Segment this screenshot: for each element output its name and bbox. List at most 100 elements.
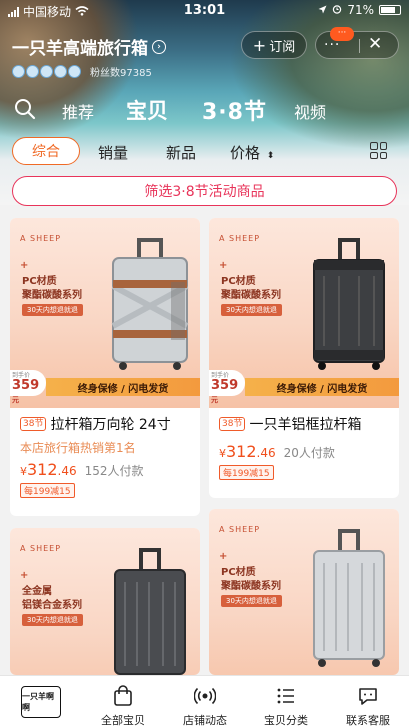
tab-categories[interactable]: 宝贝分类 [245, 676, 327, 728]
status-bar: 中国移动 13:01 71% [0, 0, 409, 22]
shop-logo[interactable]: 一只羊啊啊 [21, 686, 61, 718]
product-image: A SHEEP + PC材质 聚酯碳酸系列 30天内想退就退 到手价 359元 … [209, 218, 399, 408]
broadcast-icon [164, 685, 246, 707]
tab-38-festival[interactable]: 3·8节 [202, 94, 267, 126]
shop-tab-bar: 一只羊啊啊 全部宝贝 店铺动态 宝贝分类 联系客服 [0, 675, 409, 728]
material-text: PC材质 [221, 567, 256, 578]
price-decimal: .46 [57, 464, 77, 478]
brand-text: A SHEEP [219, 525, 261, 534]
product-image: A SHEEP + 全金属 铝镁合金系列 30天内想退就退 [10, 528, 200, 675]
silver-suitcase-image [313, 529, 385, 667]
coupon-badge: 每199减15 [20, 483, 75, 498]
sort-sales[interactable]: 销量 [98, 142, 128, 163]
product-card[interactable]: A SHEEP + PC材质 聚酯碳酸系列 30天内想退就退 到手价 359元 … [209, 218, 399, 498]
divider [359, 39, 360, 53]
refund-label: 30天内想退就退 [221, 304, 282, 316]
product-image: A SHEEP + PC材质 聚酯碳酸系列 30天内想退就退 [209, 509, 399, 675]
warranty-strip: 终身保修 / 闪电发货 [245, 378, 399, 396]
material-text: 全金属 [22, 586, 52, 597]
sort-new[interactable]: 新品 [166, 142, 196, 163]
warranty-strip: 终身保修 / 闪电发货 [46, 378, 200, 396]
coupon-badge: 每199减15 [219, 465, 274, 480]
chevron-right-icon: › [152, 39, 166, 54]
tab-shop-feed-label: 店铺动态 [183, 714, 227, 727]
product-card[interactable]: A SHEEP + PC材质 聚酯碳酸系列 30天内想退就退 [209, 509, 399, 675]
plus-icon: + [252, 35, 267, 55]
deal-price-unit: 元 [12, 396, 19, 404]
sort-price[interactable]: 价格 ⬍ [230, 142, 274, 163]
list-icon [245, 685, 327, 707]
subscribe-label: 订阅 [269, 39, 296, 55]
product-title: 38节 一只羊铝框拉杆箱 [219, 414, 389, 434]
price-integer: 312 [27, 460, 58, 479]
more-button[interactable]: ··· [324, 37, 340, 53]
capsule-menu: ··· ··· ✕ [315, 27, 399, 59]
sold-count: 152人付款 [84, 464, 144, 478]
tab-video[interactable]: 视频 [294, 99, 326, 123]
search-icon[interactable] [14, 98, 36, 120]
shop-nav: 推荐 宝贝 3·8节 视频 [0, 92, 409, 126]
tab-categories-label: 宝贝分类 [264, 714, 308, 727]
festival-filter-banner[interactable]: 筛选3·8节活动商品 [12, 176, 397, 206]
close-button[interactable]: ✕ [368, 34, 382, 54]
sort-comprehensive[interactable]: 综合 [12, 137, 80, 165]
tab-recommend[interactable]: 推荐 [62, 99, 94, 123]
plus-mark: + [20, 570, 29, 581]
price-integer: 312 [226, 442, 257, 461]
shopping-bag-icon [82, 685, 164, 707]
product-title-text: 拉杆箱万向轮 24寸 [50, 417, 171, 433]
product-card[interactable]: A SHEEP + 全金属 铝镁合金系列 30天内想退就退 [10, 528, 200, 675]
product-title-text: 一只羊铝框拉杆箱 [249, 417, 362, 433]
brand-text: A SHEEP [20, 544, 62, 553]
silver-suitcase-image [111, 238, 189, 370]
battery-icon [379, 5, 401, 15]
chat-icon [327, 685, 409, 707]
brand-text: A SHEEP [20, 234, 62, 243]
tab-all-products[interactable]: 全部宝贝 [82, 676, 164, 728]
battery-percent: 71% [347, 3, 374, 17]
subscribe-button[interactable]: + 订阅 [241, 31, 307, 59]
tab-customer-service-label: 联系客服 [346, 714, 390, 727]
grid-view-icon[interactable] [370, 142, 387, 159]
sort-comprehensive-label: 综合 [32, 144, 60, 160]
plus-mark: + [219, 260, 228, 271]
series-text: 聚酯碳酸系列 [221, 290, 281, 301]
product-price: ¥312.46 [20, 460, 77, 479]
material-text: PC材质 [22, 276, 57, 287]
tab-all-products-label: 全部宝贝 [101, 714, 145, 727]
sort-arrows-icon: ⬍ [266, 151, 275, 161]
crown-icon [68, 65, 81, 78]
refund-label: 30天内想退就退 [22, 304, 83, 316]
brand-text: A SHEEP [219, 234, 261, 243]
refund-label: 30天内想退就退 [22, 614, 83, 626]
product-subtitle: 本店旅行箱热销第1名 [20, 441, 136, 455]
plus-mark: + [20, 260, 29, 271]
crown-icon [40, 65, 53, 78]
tab-products[interactable]: 宝贝 [126, 95, 168, 125]
dark-metal-suitcase-image [114, 548, 186, 675]
sort-price-label: 价格 [230, 144, 261, 162]
product-card[interactable]: A SHEEP + PC材质 聚酯碳酸系列 30天内想退就退 到手价 359元 … [10, 218, 200, 516]
deal-price: 359 [12, 378, 40, 393]
shop-level-badges: 粉丝数97385 [12, 64, 152, 79]
refund-label: 30天内想退就退 [221, 595, 282, 607]
series-text: 聚酯碳酸系列 [22, 290, 82, 301]
product-title: 38节 拉杆箱万向轮 24寸 [20, 414, 190, 434]
deal-price: 359 [211, 378, 239, 393]
black-suitcase-image [313, 238, 385, 370]
crown-icon [54, 65, 67, 78]
tab-shop-feed[interactable]: 店铺动态 [164, 676, 246, 728]
price-decimal: .46 [256, 446, 276, 460]
deal-price-unit: 元 [211, 396, 218, 404]
series-text: 聚酯碳酸系列 [221, 581, 281, 592]
series-text: 铝镁合金系列 [22, 600, 82, 611]
crown-icon [12, 65, 25, 78]
fans-count: 粉丝数97385 [90, 68, 152, 79]
deal-price-tag: 到手价 359元 [209, 370, 245, 404]
crown-icon [26, 65, 39, 78]
sort-filter-bar: 综合 销量 新品 价格 ⬍ [0, 134, 409, 168]
sold-count: 20人付款 [283, 446, 335, 460]
festival-tag: 38节 [219, 417, 246, 431]
tab-customer-service[interactable]: 联系客服 [327, 676, 409, 728]
shop-name-link[interactable]: 一只羊高端旅行箱 › [12, 34, 166, 59]
